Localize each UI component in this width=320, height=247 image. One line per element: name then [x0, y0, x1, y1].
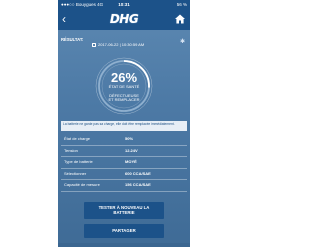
clock: 10:31: [118, 2, 130, 7]
detail-label: Sélectionner: [64, 170, 87, 176]
health-status-line2: ET REMPLACER: [108, 97, 140, 103]
detail-row-battery-type: Type de batterie MOYÉ: [61, 157, 187, 169]
health-status: DÉFECTUEUSE ET REMPLACER: [94, 93, 154, 103]
health-percent: 26%: [110, 70, 138, 85]
bottom-strip: [58, 243, 190, 247]
bluetooth-icon: ✱: [179, 39, 185, 45]
status-bar: ●●●○○ Bouygues 4G 10:31 56 %: [58, 0, 190, 9]
detail-value: MOYÉ: [125, 159, 137, 164]
detail-value: 600 CCA/SAE: [125, 170, 151, 176]
result-date: 2017-06-22 | 10:30:59 AM: [98, 42, 145, 47]
chevron-left-icon[interactable]: ‹: [62, 13, 66, 25]
result-label: RÉSULTAT:: [61, 37, 84, 42]
test-again-button[interactable]: TESTER À NOUVEAU LA BATTERIE: [84, 202, 164, 219]
detail-label: Type de batterie: [64, 159, 93, 164]
calendar-icon: [92, 42, 96, 47]
detail-value: 156 CCA/SAE: [125, 182, 151, 187]
detail-row-charge: État de charge 50%: [61, 134, 187, 146]
details-list: État de charge 50% Tension 12.24V Type d…: [61, 134, 187, 192]
result-date-row: 2017-06-22 | 10:30:59 AM: [92, 42, 154, 48]
app-header: ‹ DHG: [58, 9, 190, 30]
share-button[interactable]: PARTAGER: [84, 224, 164, 238]
home-icon[interactable]: [174, 13, 186, 25]
detail-label: Tension: [64, 147, 78, 153]
detail-label: Capacité de mesure: [64, 182, 100, 187]
warning-message: La batterie ne garde pas sa charge, elle…: [61, 121, 187, 131]
detail-row-measured: Capacité de mesure 156 CCA/SAE: [61, 180, 187, 192]
detail-value: 12.24V: [125, 147, 138, 153]
dhg-logo: DHG: [109, 12, 139, 26]
test-again-label-line2: BATTERIE: [113, 210, 135, 216]
phone-screen: ●●●○○ Bouygues 4G 10:31 56 % ‹ DHG RÉSUL…: [58, 0, 190, 247]
detail-label: État de charge: [64, 136, 91, 141]
detail-value: 50%: [125, 136, 134, 141]
detail-row-selected: Sélectionner 600 CCA/SAE: [61, 169, 187, 180]
detail-row-voltage: Tension 12.24V: [61, 146, 187, 157]
health-label: ÉTAT DE SANTÉ: [108, 84, 140, 89]
battery-indicator: 56 %: [176, 2, 187, 7]
